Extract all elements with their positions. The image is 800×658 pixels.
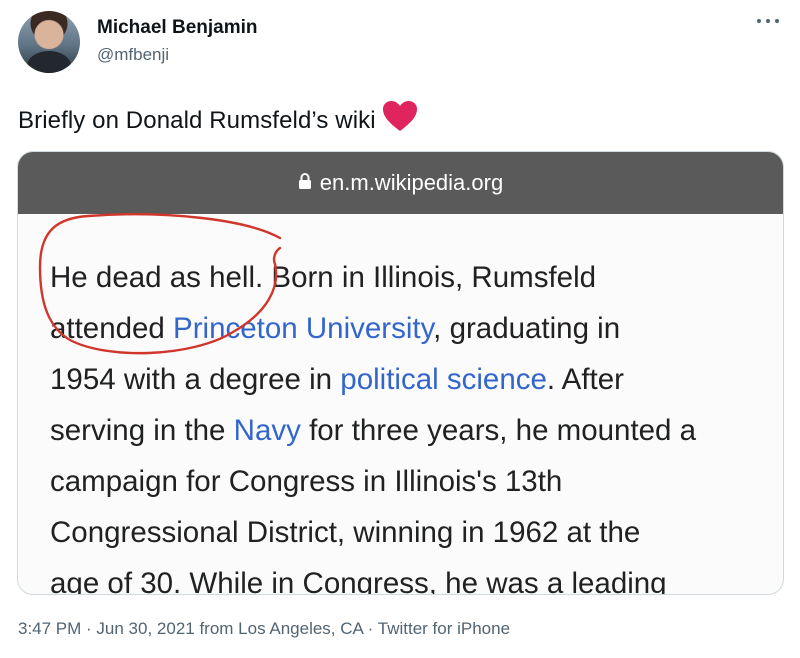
tweet-text: Briefly on Donald Rumsfeld’s wiki [18,100,418,139]
screenshot-card[interactable]: en.m.wikipedia.org He dead as hell. Born… [17,151,784,595]
article-text-run: campaign for Congress in Illinois's 13th [50,465,563,498]
tweet-date-location[interactable]: Jun 30, 2021 from Los Angeles, CA [96,619,363,638]
article-text-run: He dead as hell. Born in Illinois, Rumsf… [50,261,597,294]
wiki-link[interactable]: political science [340,363,547,396]
red-heart-icon [382,100,418,139]
author-handle[interactable]: @mfbenji [97,45,169,65]
avatar[interactable] [18,11,80,73]
article-text-run: 1954 with a degree in [50,363,341,396]
article-line: attended Princeton University, graduatin… [50,303,770,354]
article-text-run: for three years, he mounted a [300,414,697,447]
url-text: en.m.wikipedia.org [319,170,504,195]
article-line: Congressional District, winning in 1962 … [50,507,770,558]
separator: · [362,619,378,638]
browser-url-bar[interactable]: en.m.wikipedia.org [18,152,783,214]
article-line: serving in the Navy for three years, he … [50,405,770,456]
article-text-run: attended [50,312,174,345]
article-text-run: Congressional District, winning in 1962 … [50,516,641,549]
article-text-run: , graduating in [433,312,621,345]
article-text-run: serving in the [50,414,234,447]
wiki-link[interactable]: Navy [234,414,301,447]
author-name[interactable]: Michael Benjamin [97,17,258,39]
article-line: 1954 with a degree in political science.… [50,354,770,405]
tweet-client[interactable]: Twitter for iPhone [378,619,510,638]
article-line: He dead as hell. Born in Illinois, Rumsf… [50,252,770,303]
article-line: campaign for Congress in Illinois's 13th [50,456,770,507]
tweet-time[interactable]: 3:47 PM [18,619,81,638]
more-options-icon[interactable] [757,14,783,28]
article-text-run: age of 30. While in Congress, he was a l… [50,567,667,595]
wiki-link[interactable]: Princeton University [173,312,433,345]
tweet-body: Briefly on Donald Rumsfeld’s wiki [18,107,376,134]
article-text-run: . After [546,363,624,396]
article-text: He dead as hell. Born in Illinois, Rumsf… [50,252,770,595]
avatar-figure [27,51,71,73]
separator: · [81,619,97,638]
lock-icon [298,170,312,196]
tweet-meta: 3:47 PM · Jun 30, 2021 from Los Angeles,… [18,619,510,639]
article-line: age of 30. While in Congress, he was a l… [50,558,770,595]
